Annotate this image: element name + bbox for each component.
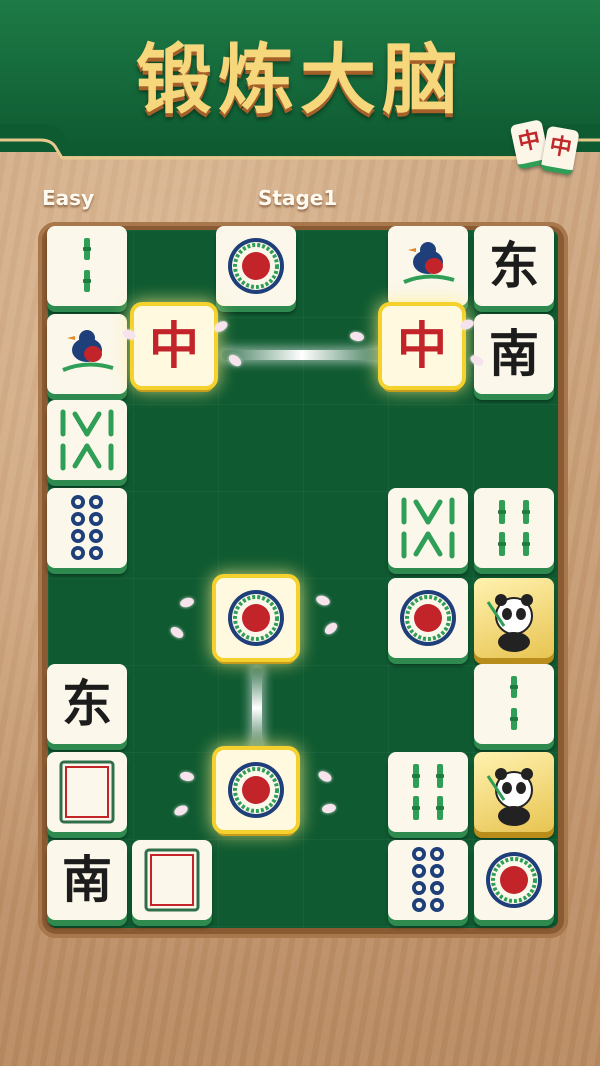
bird-icon: [403, 242, 455, 284]
bamboo-one-icon: [510, 676, 518, 730]
circle-one-icon: [228, 238, 284, 294]
bamboo-four-icon: [498, 500, 530, 556]
mahjong-tile[interactable]: [47, 752, 127, 832]
circles-eight-icon: [71, 495, 103, 560]
mahjong-tile[interactable]: [216, 578, 296, 658]
mahjong-tile[interactable]: [216, 226, 296, 306]
white-dragon-icon: [144, 848, 200, 912]
mahjong-tile[interactable]: [388, 840, 468, 920]
mahjong-tile[interactable]: [388, 226, 468, 306]
deco-tile-zhong: 中: [540, 125, 580, 176]
mahjong-tile[interactable]: [474, 840, 554, 920]
match-link-vertical: [252, 668, 262, 748]
circle-one-icon: [486, 852, 542, 908]
tile-character: 南: [489, 325, 539, 383]
circle-one-icon: [400, 590, 456, 646]
bamboo-one-icon: [83, 238, 91, 292]
panda-icon: [486, 594, 533, 652]
circles-eight-icon: [412, 847, 444, 912]
mahjong-tile[interactable]: 东: [47, 664, 127, 744]
white-dragon-icon: [59, 760, 115, 824]
mahjong-tile[interactable]: [216, 750, 296, 830]
difficulty-label: Easy: [42, 186, 95, 210]
panda-icon: [486, 768, 533, 826]
mahjong-tile[interactable]: [388, 488, 468, 568]
tile-character: 中: [149, 317, 199, 375]
bird-icon: [62, 330, 114, 372]
mahjong-tile[interactable]: [47, 226, 127, 306]
mahjong-tile[interactable]: [474, 752, 554, 832]
mahjong-tile[interactable]: 中: [134, 306, 214, 386]
mahjong-tile[interactable]: [132, 840, 212, 920]
mahjong-tile[interactable]: [474, 488, 554, 568]
tile-character: 南: [62, 851, 112, 909]
mahjong-tile[interactable]: [474, 578, 554, 658]
bamboo-eight-icon: [401, 497, 455, 559]
tile-character: 东: [489, 237, 539, 295]
mahjong-tile[interactable]: 东: [474, 226, 554, 306]
mahjong-tile[interactable]: 中: [382, 306, 462, 386]
bamboo-four-icon: [412, 764, 444, 820]
stage-label: Stage1: [258, 186, 338, 210]
mahjong-tile[interactable]: [388, 578, 468, 658]
tile-character: 东: [62, 675, 112, 733]
tile-character: 中: [397, 317, 447, 375]
bamboo-eight-icon: [60, 409, 114, 471]
mahjong-tile[interactable]: [47, 400, 127, 480]
match-link-horizontal: [222, 350, 382, 360]
mahjong-tile[interactable]: 南: [47, 840, 127, 920]
mahjong-tile[interactable]: 南: [474, 314, 554, 394]
mahjong-tile[interactable]: [388, 752, 468, 832]
circle-one-icon: [228, 590, 284, 646]
mahjong-tile[interactable]: [47, 314, 127, 394]
mahjong-tile[interactable]: [47, 488, 127, 568]
mahjong-tile[interactable]: [474, 664, 554, 744]
game-title: 锻炼大脑: [136, 35, 464, 124]
decorative-tiles: 中 中: [509, 116, 586, 176]
circle-one-icon: [228, 762, 284, 818]
